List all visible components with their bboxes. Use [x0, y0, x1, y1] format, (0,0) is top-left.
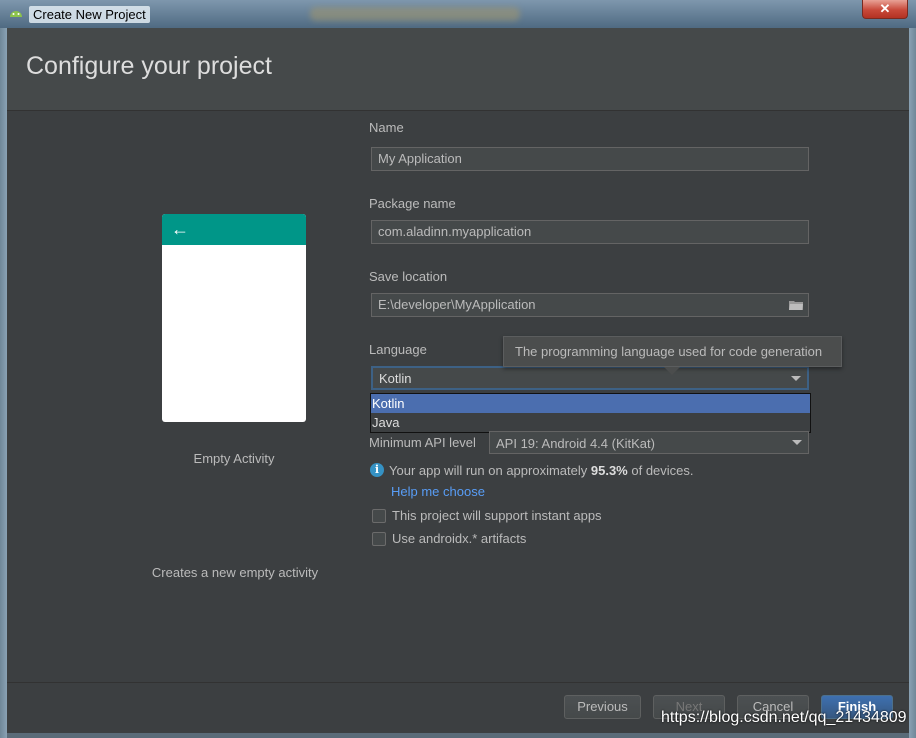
save-location-label: Save location — [369, 269, 448, 284]
min-api-label: Minimum API level — [369, 435, 476, 450]
language-selected-value: Kotlin — [379, 371, 412, 386]
checkbox-box[interactable] — [372, 532, 386, 546]
activity-description: Creates a new empty activity — [151, 565, 319, 580]
dialog-header: Configure your project — [7, 28, 909, 111]
language-option-java[interactable]: Java — [371, 413, 810, 432]
package-name-label: Package name — [369, 196, 456, 211]
window-title: Create New Project — [29, 6, 150, 23]
checkbox-box[interactable] — [372, 509, 386, 523]
help-me-choose-link[interactable]: Help me choose — [391, 484, 485, 499]
name-field[interactable]: My Application — [371, 147, 809, 171]
back-arrow-icon: ← — [171, 219, 189, 239]
language-tooltip: The programming language used for code g… — [503, 336, 842, 375]
tooltip-pointer — [664, 367, 680, 375]
dialog-body: Configure your project ← Empty Activity … — [7, 28, 909, 733]
close-window-button[interactable]: ✕ — [862, 0, 908, 19]
language-label: Language — [369, 342, 427, 357]
package-name-field[interactable]: com.aladinn.myapplication — [371, 220, 809, 244]
name-label: Name — [369, 120, 404, 135]
previous-button[interactable]: Previous — [564, 695, 641, 719]
window-frame-left — [0, 28, 7, 738]
save-location-value: E:\developer\MyApplication — [378, 297, 536, 312]
activity-preview: ← — [162, 214, 306, 422]
watermark-text: https://blog.csdn.net/qq_21434809 — [661, 709, 907, 726]
language-select[interactable]: Kotlin — [371, 366, 809, 390]
chevron-down-icon — [792, 440, 802, 445]
save-location-field[interactable]: E:\developer\MyApplication — [371, 293, 809, 317]
device-coverage-text: Your app will run on approximately 95.3%… — [389, 463, 694, 478]
androidx-label: Use androidx.* artifacts — [392, 531, 527, 546]
close-icon: ✕ — [879, 1, 891, 16]
coverage-percent: 95.3% — [590, 463, 628, 478]
min-api-selected-value: API 19: Android 4.4 (KitKat) — [496, 436, 655, 451]
android-studio-icon — [10, 11, 22, 17]
folder-icon[interactable] — [789, 300, 803, 310]
chevron-down-icon — [791, 376, 801, 381]
min-api-select[interactable]: API 19: Android 4.4 (KitKat) — [489, 431, 809, 454]
preview-app-bar: ← — [162, 214, 306, 245]
activity-name: Empty Activity — [193, 451, 275, 466]
window-titlebar: Create New Project ✕ — [0, 0, 916, 28]
window-frame-right — [909, 28, 916, 738]
info-icon: i — [370, 463, 384, 477]
language-option-kotlin[interactable]: Kotlin — [371, 394, 810, 413]
tooltip-text: The programming language used for code g… — [515, 344, 823, 359]
coverage-suffix: of devices. — [631, 463, 694, 478]
instant-apps-label: This project will support instant apps — [392, 508, 602, 523]
coverage-prefix: Your app will run on approximately — [389, 463, 588, 478]
footer-divider — [7, 682, 909, 683]
page-title: Configure your project — [26, 52, 272, 80]
language-dropdown-list: Kotlin Java — [370, 393, 811, 433]
blurred-title-region — [310, 7, 520, 21]
